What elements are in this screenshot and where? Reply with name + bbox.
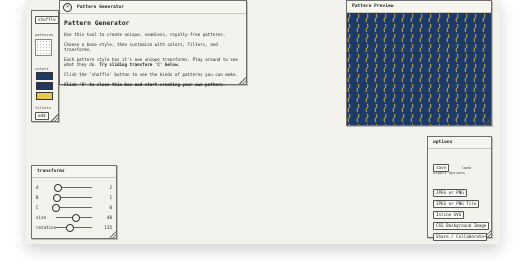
color-swatch-1[interactable] — [36, 72, 53, 80]
slider-knob[interactable] — [52, 193, 61, 202]
colors-label: colors — [35, 66, 49, 71]
slider-knob[interactable] — [66, 223, 75, 232]
intro-heading: Pattern Generator — [64, 19, 130, 27]
transform-value: 0 — [109, 204, 112, 210]
transform-row-c: C 0 — [36, 203, 112, 212]
pattern-svg — [347, 13, 491, 125]
intro-window: × Pattern Generator Pattern Generator Us… — [59, 0, 247, 87]
intro-text-5: Click 'X' to close this box and start cr… — [64, 81, 226, 87]
slider-knob[interactable] — [53, 183, 62, 192]
close-icon[interactable]: × — [63, 2, 72, 12]
pattern-preview-canvas[interactable] — [347, 13, 491, 125]
intro-text-4: Click the 'shuffle' button to see the ki… — [64, 71, 238, 77]
transform-value: 2 — [109, 184, 112, 190]
transform-value: 40 — [106, 214, 112, 220]
transforms-window: transforms A 2 B 1 C 0 size 40 rotation … — [31, 165, 117, 239]
transform-row-size: size 40 — [36, 213, 112, 222]
export-options-label: Export Options — [433, 170, 466, 175]
pattern-thumbnail[interactable] — [35, 39, 52, 56]
resize-handle[interactable] — [484, 118, 491, 125]
transform-row-a: A 2 — [36, 183, 112, 192]
transform-label: size — [36, 214, 47, 220]
transform-value: 1 — [109, 194, 112, 200]
intro-text-2: Choose a base style, then customize with… — [64, 41, 218, 53]
transform-label: rotation — [36, 224, 57, 230]
resize-handle[interactable] — [484, 230, 491, 237]
transform-slider[interactable] — [52, 193, 92, 202]
tool-panel: shuffle patterns colors filters add — [31, 10, 59, 122]
intro-text-1: Use this tool to create unique, seamless… — [64, 32, 226, 37]
slider-knob[interactable] — [71, 213, 80, 222]
share-collaborate-button[interactable]: Share / Collaborate — [433, 233, 487, 241]
transform-row-rotation: rotation 135 — [36, 223, 112, 232]
resize-handle[interactable] — [109, 231, 116, 238]
slider-knob[interactable] — [52, 203, 60, 212]
options-title: options — [428, 137, 491, 149]
transform-slider[interactable] — [56, 223, 92, 232]
pattern-preview-window: Pattern Preview — [346, 0, 492, 126]
intro-text-3b: Try sliding transform 'C' below. — [99, 62, 180, 68]
transform-slider[interactable] — [52, 203, 92, 212]
transform-row-b: B 1 — [36, 193, 112, 202]
transforms-title: transforms — [32, 166, 116, 178]
intro-text-3: Each pattern style has it's own unique t… — [64, 57, 242, 68]
transform-slider[interactable] — [56, 213, 92, 222]
resize-handle[interactable] — [51, 114, 58, 121]
patterns-label: patterns — [35, 32, 54, 37]
add-filter-button[interactable]: add — [35, 112, 49, 120]
options-window: options save load Export Options JPEG or… — [427, 136, 492, 241]
intro-titlebar: × Pattern Generator — [60, 1, 246, 14]
intro-window-title: Pattern Generator — [77, 4, 125, 10]
shuffle-button[interactable]: shuffle — [35, 16, 59, 24]
color-swatch-3[interactable] — [36, 92, 53, 100]
resize-handle[interactable] — [239, 77, 246, 84]
filters-label: filters — [35, 105, 52, 110]
color-swatch-2[interactable] — [36, 82, 53, 90]
transform-slider[interactable] — [53, 183, 92, 192]
transform-value: 135 — [104, 224, 112, 230]
preview-title: Pattern Preview — [347, 1, 491, 13]
